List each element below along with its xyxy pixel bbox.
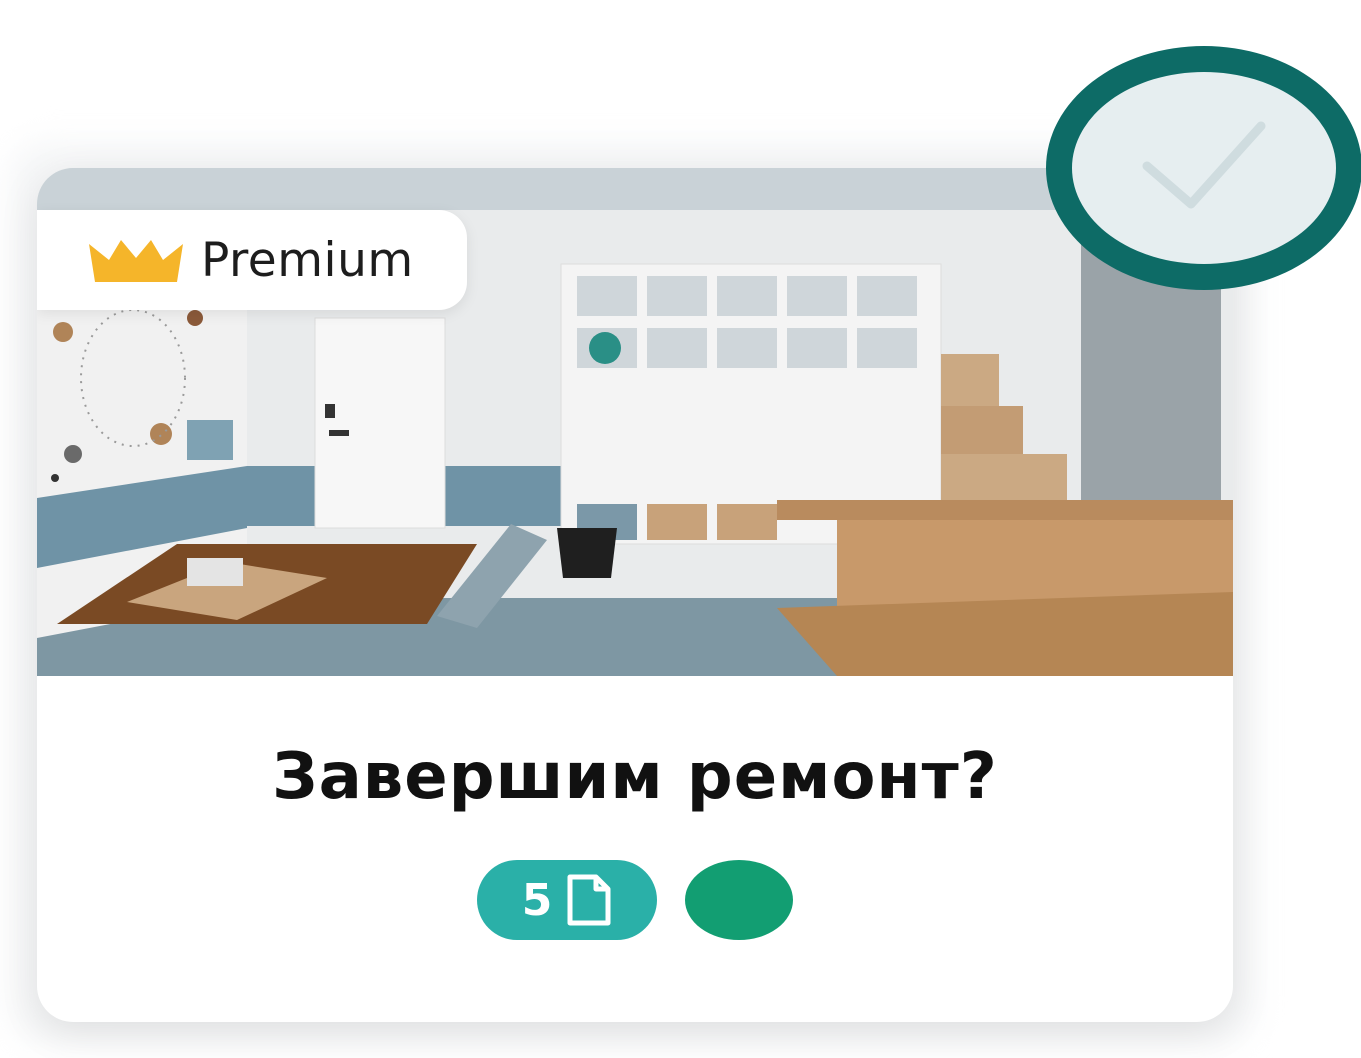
premium-label: Premium: [201, 232, 414, 288]
pages-count-chip: 5: [477, 860, 657, 940]
lesson-card[interactable]: Premium Завершим ремонт? 5: [37, 168, 1233, 1022]
check-icon: [1142, 121, 1266, 209]
crown-icon: [89, 240, 183, 282]
document-icon: [567, 874, 611, 926]
premium-badge: Premium: [37, 210, 467, 310]
card-title: Завершим ремонт?: [272, 740, 998, 814]
status-dot: [685, 860, 793, 940]
select-toggle[interactable]: [1046, 46, 1361, 290]
pages-count: 5: [521, 874, 553, 926]
